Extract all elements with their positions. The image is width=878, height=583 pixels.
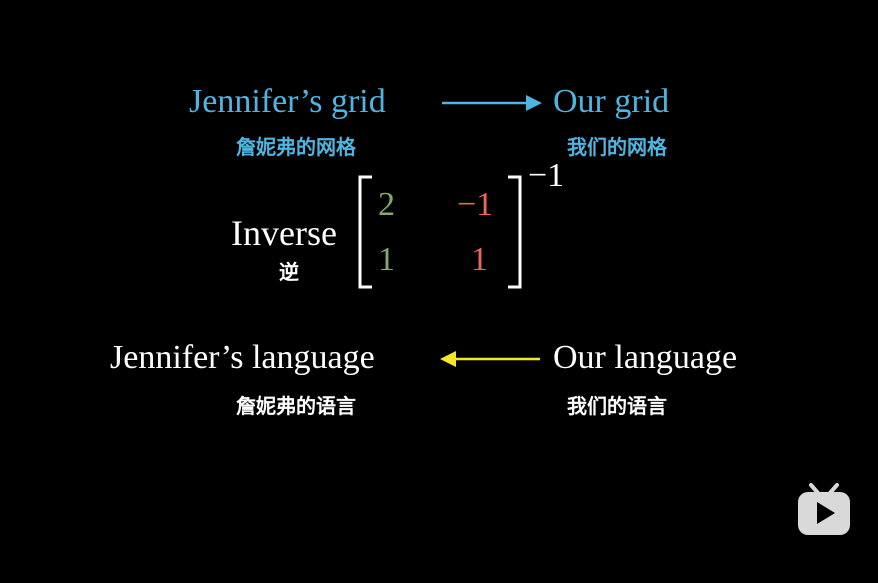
our-language-subtitle: 我们的语言 — [567, 394, 667, 418]
our-language-title: Our language — [553, 339, 738, 376]
matrix-bracket-left — [358, 175, 372, 289]
matrix-cell-1-1: 2 — [378, 186, 395, 223]
jennifers-grid-title: Jennifer’s grid — [189, 83, 386, 120]
jennifers-grid-subtitle: 詹妮弗的网格 — [236, 135, 356, 159]
our-grid-title: Our grid — [553, 83, 670, 120]
jennifers-language-subtitle: 詹妮弗的语言 — [236, 394, 356, 418]
tv-play-logo-icon[interactable] — [796, 483, 852, 537]
inverse-label: Inverse — [231, 213, 337, 253]
matrix-exponent: −1 — [528, 157, 565, 194]
our-grid-subtitle: 我们的网格 — [567, 135, 667, 159]
arrow-right-icon — [442, 95, 542, 111]
matrix-cell-2-1: 1 — [378, 241, 395, 278]
matrix-cell-1-2: −1 — [457, 186, 494, 223]
inverse-subtitle: 逆 — [279, 260, 299, 284]
matrix-bracket-right — [508, 175, 522, 289]
matrix-cell-2-2: 1 — [471, 241, 488, 278]
arrow-left-icon — [440, 351, 540, 367]
jennifers-language-title: Jennifer’s language — [110, 339, 375, 376]
